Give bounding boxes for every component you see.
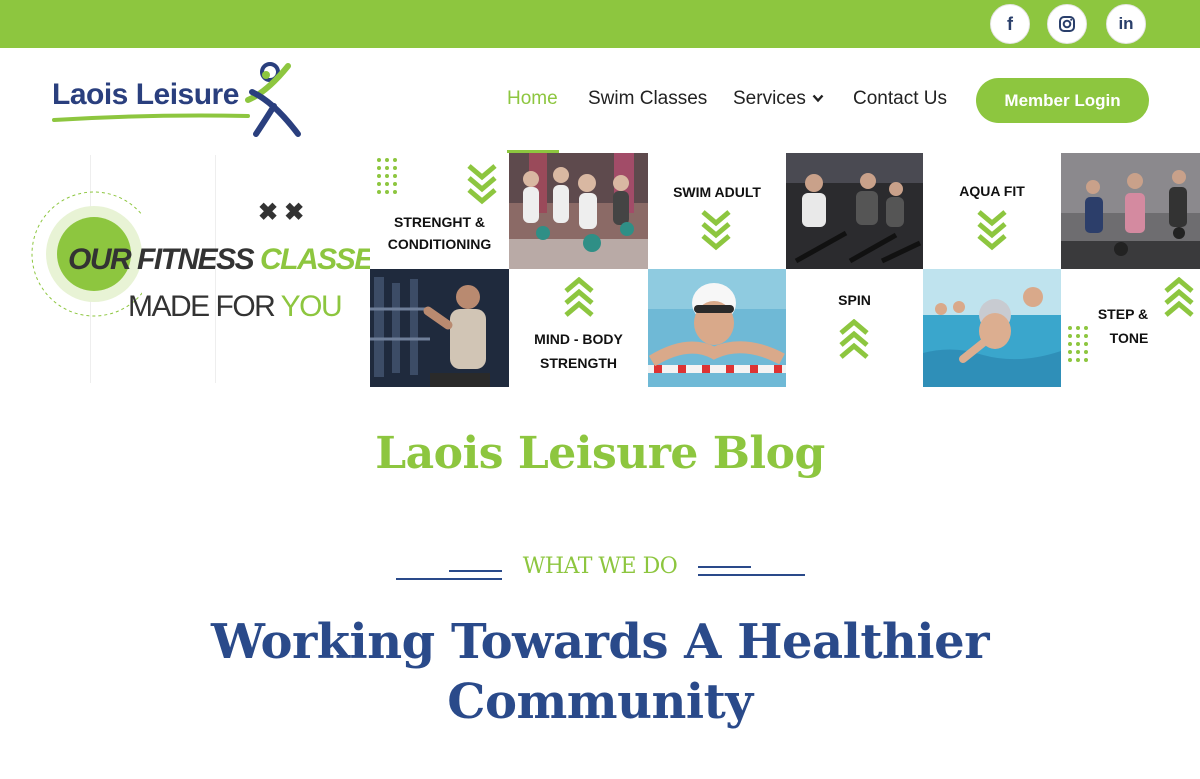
tile-step-tone: STEP & TONE bbox=[1061, 269, 1200, 387]
photo-aqua-fit-group bbox=[923, 269, 1061, 387]
tile-mind-body-strength: MIND - BODY STRENGTH bbox=[509, 269, 648, 387]
decorative-x-marks: ✖✖ bbox=[258, 199, 311, 226]
tile-label: SWIM ADULT bbox=[673, 184, 761, 200]
dots-pattern-icon bbox=[377, 158, 397, 194]
chevrons-up-icon bbox=[1164, 277, 1194, 317]
tile-label: MIND - BODY bbox=[534, 331, 623, 347]
headline-line-1: Working Towards A Healthier bbox=[210, 614, 990, 670]
section-headline: Working Towards A Healthier Community bbox=[0, 612, 1200, 732]
linkedin-icon[interactable]: in bbox=[1106, 4, 1146, 44]
nav-services[interactable]: Services bbox=[733, 88, 824, 112]
chevrons-up-icon bbox=[839, 319, 869, 359]
promo-line-2-green: YOU bbox=[280, 290, 343, 323]
tile-spin: SPIN bbox=[786, 269, 923, 387]
tile-label: AQUA FIT bbox=[959, 183, 1025, 199]
section-eyebrow: WHAT WE DO bbox=[522, 554, 678, 579]
blog-title: Laois Leisure Blog bbox=[375, 428, 825, 479]
nav-services-label: Services bbox=[733, 88, 806, 109]
tile-label: SPIN bbox=[838, 292, 871, 308]
laois-leisure-logo[interactable]: Laois Leisure bbox=[52, 62, 302, 142]
promo-line-2-dark: MADE FOR bbox=[128, 290, 281, 323]
chevron-down-icon bbox=[812, 95, 824, 103]
tile-label: STEP & bbox=[1097, 306, 1149, 322]
chevrons-down-icon bbox=[467, 164, 497, 205]
tile-label: TONE bbox=[1109, 330, 1149, 346]
dots-pattern-icon bbox=[1068, 326, 1088, 362]
tile-aqua-fit: AQUA FIT bbox=[923, 153, 1061, 269]
member-login-button[interactable]: Member Login bbox=[976, 78, 1149, 123]
photo-spin-class bbox=[786, 153, 923, 269]
tile-swim-adult: SWIM ADULT bbox=[648, 153, 786, 269]
chevrons-up-icon bbox=[564, 277, 594, 317]
tile-label: STRENGHT & bbox=[394, 214, 485, 230]
nav-home[interactable]: Home bbox=[507, 88, 558, 112]
headline-line-2: Community bbox=[447, 674, 753, 730]
logo-figure-icon bbox=[52, 62, 301, 137]
promo-line-2: MADE FOR YOU bbox=[128, 290, 343, 324]
promo-line-1-dark: OUR FITNESS bbox=[68, 243, 261, 276]
nav-swim-classes[interactable]: Swim Classes bbox=[588, 88, 707, 112]
photo-swimmer bbox=[648, 269, 786, 387]
tile-label: CONDITIONING bbox=[387, 236, 492, 252]
eyebrow-line-right bbox=[698, 574, 805, 576]
photo-kettlebell-class bbox=[1061, 153, 1200, 269]
chevrons-down-icon bbox=[977, 210, 1007, 251]
nav-contact-us[interactable]: Contact Us bbox=[853, 88, 947, 112]
chevrons-down-icon bbox=[701, 210, 731, 251]
eyebrow-line-right bbox=[698, 566, 751, 568]
tile-strength-conditioning: STRENGHT & CONDITIONING bbox=[370, 153, 509, 269]
facebook-icon[interactable]: f bbox=[990, 4, 1030, 44]
instagram-icon[interactable] bbox=[1047, 4, 1087, 44]
tile-label: STRENGTH bbox=[540, 355, 617, 371]
photo-gym-man bbox=[370, 269, 509, 387]
promo-line-1: OUR FITNESS CLASSES bbox=[68, 243, 393, 277]
photo-yoga-class bbox=[509, 153, 648, 269]
